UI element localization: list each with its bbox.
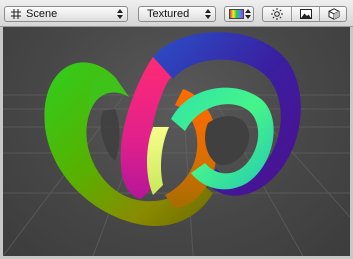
chevron-updown-icon <box>117 9 123 19</box>
scene-fx-toggle-button[interactable] <box>291 7 319 21</box>
draw-mode-label: Scene <box>26 8 58 20</box>
render-mode-label: Textured <box>147 8 190 20</box>
cube-icon <box>328 8 340 20</box>
chevron-updown-icon <box>245 9 251 19</box>
view-toggle-group <box>262 6 347 22</box>
gizmos-toggle-button[interactable] <box>319 7 346 21</box>
lighting-toggle-button[interactable] <box>263 7 291 21</box>
chevron-updown-icon <box>205 9 211 19</box>
trefoil-knot-icon[interactable] <box>44 32 301 227</box>
draw-mode-dropdown[interactable]: Scene <box>4 6 128 22</box>
scene-viewport[interactable] <box>3 27 350 256</box>
color-swatch-icon <box>229 9 244 19</box>
sun-lighting-icon <box>271 8 283 20</box>
scene-toolbar: Scene Textured <box>0 0 353 27</box>
image-icon <box>300 9 312 19</box>
color-mode-dropdown[interactable] <box>224 6 254 22</box>
scene-canvas <box>3 32 350 256</box>
grid-icon <box>11 9 21 19</box>
render-mode-dropdown[interactable]: Textured <box>138 6 216 22</box>
scene-view-window: Scene Textured <box>0 0 353 259</box>
